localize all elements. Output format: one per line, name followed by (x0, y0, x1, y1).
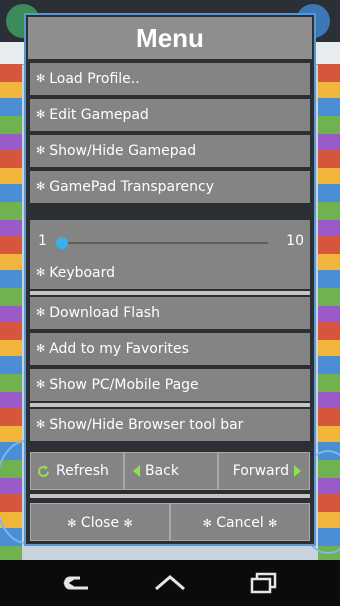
refresh-icon (37, 465, 50, 478)
menu-item-label: Add to my Favorites (49, 341, 189, 357)
slider-min-label: 1 (38, 233, 47, 249)
transparency-slider[interactable] (56, 237, 268, 249)
menu-title: Menu (28, 17, 312, 59)
menu-item-label: Edit Gamepad (49, 107, 149, 123)
refresh-button[interactable]: Refresh (30, 452, 124, 490)
menu-item-show-hide-browser-toolbar[interactable]: ✻ Show/Hide Browser tool bar (30, 409, 310, 441)
bullet-icon: ✻ (36, 266, 46, 279)
menu-item-gamepad-transparency[interactable]: ✻ GamePad Transparency (30, 171, 310, 203)
bullet-icon: ✻ (36, 306, 46, 319)
slider-thumb[interactable] (56, 237, 68, 249)
forward-arrow-icon (294, 465, 301, 477)
menu-item-label: Show/Hide Gamepad (49, 143, 197, 159)
close-label: Close (80, 515, 120, 531)
bullet-icon: ✻ (36, 342, 46, 355)
bullet-icon: ✻ (268, 517, 278, 530)
back-arrow-icon (133, 465, 140, 477)
bullet-icon: ✻ (36, 418, 46, 431)
section-divider (30, 403, 310, 407)
bullet-icon: ✻ (36, 144, 46, 157)
menu-item-add-favorites[interactable]: ✻ Add to my Favorites (30, 333, 310, 365)
menu-item-label: Show/Hide Browser tool bar (49, 417, 244, 433)
bullet-icon: ✻ (202, 517, 212, 530)
close-button[interactable]: ✻ Close ✻ (30, 503, 170, 541)
menu-item-load-profile[interactable]: ✻ Load Profile.. (30, 63, 310, 95)
slider-max-label: 10 (286, 233, 304, 249)
cancel-button[interactable]: ✻ Cancel ✻ (170, 503, 310, 541)
menu-item-show-pc-mobile-page[interactable]: ✻ Show PC/Mobile Page (30, 369, 310, 401)
bullet-icon: ✻ (36, 378, 46, 391)
back-label: Back (145, 463, 179, 479)
menu-item-label: GamePad Transparency (49, 179, 215, 195)
menu-item-label: Show PC/Mobile Page (49, 377, 199, 393)
back-nav-icon[interactable] (56, 568, 96, 598)
menu-item-keyboard[interactable]: ✻ Keyboard (30, 257, 310, 289)
system-navigation-bar (0, 560, 340, 606)
bullet-icon: ✻ (36, 180, 46, 193)
menu-item-download-flash[interactable]: ✻ Download Flash (30, 297, 310, 329)
home-nav-icon[interactable] (150, 568, 190, 598)
section-divider (30, 291, 310, 295)
menu-item-label: Load Profile.. (49, 71, 140, 87)
cancel-label: Cancel (216, 515, 264, 531)
bullet-icon: ✻ (123, 517, 133, 530)
menu-item-show-hide-gamepad[interactable]: ✻ Show/Hide Gamepad (30, 135, 310, 167)
forward-button[interactable]: Forward (218, 452, 310, 490)
refresh-label: Refresh (56, 463, 109, 479)
forward-label: Forward (232, 463, 289, 479)
menu-item-label: Download Flash (49, 305, 160, 321)
menu-item-label: Keyboard (49, 265, 116, 281)
section-divider (30, 494, 310, 498)
menu-dialog: Menu ✻ Load Profile.. ✻ Edit Gamepad ✻ Show… (24, 13, 316, 546)
menu-item-edit-gamepad[interactable]: ✻ Edit Gamepad (30, 99, 310, 131)
bullet-icon: ✻ (67, 517, 77, 530)
back-button[interactable]: Back (124, 452, 218, 490)
recent-apps-nav-icon[interactable] (244, 568, 284, 598)
bullet-icon: ✻ (36, 108, 46, 121)
bullet-icon: ✻ (36, 72, 46, 85)
